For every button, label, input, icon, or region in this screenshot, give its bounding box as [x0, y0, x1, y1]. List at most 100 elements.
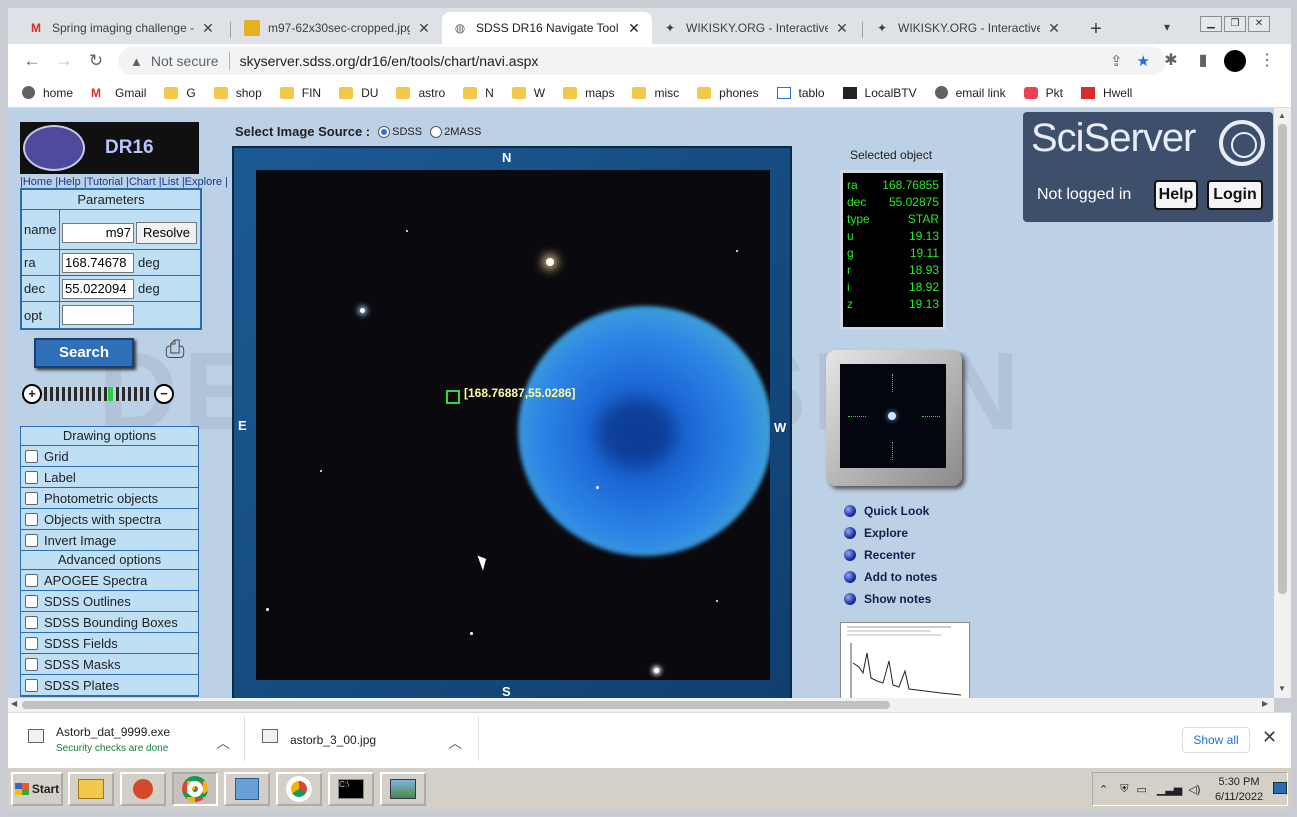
dec-input[interactable] [62, 278, 134, 299]
ra-input[interactable] [62, 252, 134, 273]
scroll-thumb[interactable] [22, 701, 890, 709]
bookmark-folder-maps[interactable]: maps [563, 86, 614, 100]
bookmark-tablo[interactable]: tablo [776, 86, 825, 100]
usb-icon[interactable]: ▭ [1136, 783, 1146, 796]
tab-gmail[interactable]: M Spring imaging challenge - ste ✕ [18, 12, 226, 44]
scroll-left-icon[interactable]: ◀ [11, 699, 17, 708]
name-input[interactable] [62, 222, 134, 243]
checkbox[interactable] [25, 491, 38, 505]
option-sdss-bounding-boxes[interactable]: SDSS Bounding Boxes [21, 612, 198, 633]
security-alert-icon[interactable]: ⛨ [1120, 783, 1128, 796]
taskbar-command-prompt[interactable]: C:\ [328, 772, 374, 806]
checkbox[interactable] [25, 678, 38, 692]
close-icon[interactable]: ✕ [626, 20, 642, 37]
checkbox[interactable] [25, 512, 38, 526]
taskbar-chrome-active[interactable] [172, 772, 218, 806]
chevron-down-icon[interactable]: ▾ [1164, 20, 1170, 34]
checkbox[interactable] [25, 533, 38, 547]
close-icon[interactable]: ✕ [1262, 727, 1277, 748]
radio-2mass[interactable] [430, 125, 443, 138]
resolve-button[interactable]: Resolve [136, 221, 197, 244]
bookmark-folder-g[interactable]: G [164, 86, 196, 100]
option-apogee-spectra[interactable]: APOGEE Spectra [21, 570, 198, 591]
option-sdss-outlines[interactable]: SDSS Outlines [21, 591, 198, 612]
bookmark-folder-phones[interactable]: phones [697, 86, 759, 100]
clock[interactable]: 5:30 PM 6/11/2022 [1209, 775, 1269, 805]
horizontal-scrollbar[interactable]: ◀ ▶ [8, 698, 1274, 712]
option-label-toggle[interactable]: Label [21, 467, 198, 488]
checkbox[interactable] [25, 636, 38, 650]
show-notes-link[interactable]: Show notes [844, 588, 937, 610]
option-grid[interactable]: Grid [21, 446, 198, 467]
new-tab-button[interactable]: + [1084, 18, 1108, 42]
taskbar-astro-app[interactable] [120, 772, 166, 806]
bookmark-pkt[interactable]: Pkt [1023, 86, 1063, 100]
close-window-button[interactable]: ✕ [1248, 16, 1270, 32]
sky-image[interactable]: [168.76887,55.0286] [256, 170, 770, 680]
checkbox[interactable] [25, 615, 38, 629]
close-icon[interactable]: ✕ [834, 20, 850, 37]
avatar[interactable] [1224, 50, 1246, 72]
star-icon[interactable]: ★ [1137, 52, 1150, 70]
zoom-slider[interactable] [44, 387, 152, 401]
bookmark-folder-shop[interactable]: shop [213, 86, 262, 100]
checkbox[interactable] [25, 594, 38, 608]
bookmark-folder-du[interactable]: DU [339, 86, 378, 100]
tab-image[interactable]: m97-62x30sec-cropped.jpg (7... ✕ [234, 12, 442, 44]
chevron-up-icon[interactable]: ︿ [216, 733, 230, 753]
explore-link[interactable]: Explore [844, 522, 937, 544]
zoom-in-icon[interactable]: + [22, 384, 42, 404]
menu-icon[interactable]: ⋮ [1256, 50, 1278, 70]
opt-input[interactable] [62, 305, 134, 325]
vertical-scrollbar[interactable]: ▲ ▼ [1274, 108, 1291, 698]
show-all-button[interactable]: Show all [1182, 727, 1250, 753]
sciserver-logo[interactable]: SciServer [1031, 116, 1196, 161]
share-icon[interactable]: ⇪ [1110, 52, 1123, 70]
search-button[interactable]: Search [34, 338, 134, 368]
add-to-notes-link[interactable]: Add to notes [844, 566, 937, 588]
scroll-thumb[interactable] [1278, 124, 1287, 594]
maximize-button[interactable]: ❐ [1224, 16, 1246, 32]
network-icon[interactable]: ▁▃▅ [1157, 783, 1182, 796]
top-nav-links[interactable]: |Home |Help |Tutorial |Chart |List |Expl… [20, 176, 228, 188]
bookmark-folder-w[interactable]: W [511, 86, 545, 100]
taskbar-chrome[interactable] [276, 772, 322, 806]
bookmark-folder-fin[interactable]: FIN [279, 86, 321, 100]
option-sdss-fields[interactable]: SDSS Fields [21, 633, 198, 654]
tab-wikisky-1[interactable]: ✦ WIKISKY.ORG - Interactive Sk ✕ [652, 12, 860, 44]
spectrum-thumbnail[interactable] [840, 622, 970, 698]
download-item-jpg[interactable]: astorb_3_00.jpg ︿ [262, 721, 462, 759]
security-label[interactable]: Not secure [151, 53, 219, 69]
option-sdss-plates[interactable]: SDSS Plates [21, 675, 198, 696]
download-item-exe[interactable]: Astorb_dat_9999.exe Security checks are … [28, 721, 238, 759]
quick-look-link[interactable]: Quick Look [844, 500, 937, 522]
taskbar-image-viewer[interactable] [380, 772, 426, 806]
help-button[interactable]: Help [1154, 180, 1198, 210]
checkbox[interactable] [25, 573, 38, 587]
side-panel-icon[interactable]: ▮ [1192, 50, 1214, 70]
close-icon[interactable]: ✕ [1046, 20, 1062, 37]
sdss-logo[interactable]: DR16 [20, 122, 199, 174]
bookmark-email-link[interactable]: email link [934, 86, 1006, 100]
radio-sdss[interactable] [378, 125, 391, 138]
bookmark-folder-n[interactable]: N [463, 86, 494, 100]
close-icon[interactable]: ✕ [200, 20, 216, 37]
chevron-up-icon[interactable]: ︿ [448, 733, 462, 753]
bookmark-home[interactable]: home [22, 86, 73, 100]
bookmark-gmail[interactable]: M Gmail [91, 86, 146, 100]
show-desktop-icon[interactable] [1273, 782, 1287, 794]
option-invert-image[interactable]: Invert Image [21, 530, 198, 551]
chevron-up-icon[interactable]: ⌃ [1099, 783, 1108, 796]
forward-button[interactable]: → [52, 49, 76, 73]
back-button[interactable]: ← [20, 49, 44, 73]
scroll-up-icon[interactable]: ▲ [1278, 111, 1286, 120]
object-thumbnail[interactable] [826, 350, 962, 486]
bookmark-folder-misc[interactable]: misc [632, 86, 679, 100]
recenter-link[interactable]: Recenter [844, 544, 937, 566]
tab-sdss-navigate[interactable]: ◍ SDSS DR16 Navigate Tool ✕ [442, 12, 652, 44]
scroll-down-icon[interactable]: ▼ [1278, 684, 1286, 693]
close-icon[interactable]: ✕ [416, 20, 432, 37]
url-text[interactable]: skyserver.sdss.org/dr16/en/tools/chart/n… [240, 53, 539, 69]
zoom-out-icon[interactable]: − [154, 384, 174, 404]
minimize-button[interactable]: ▁ [1200, 16, 1222, 32]
